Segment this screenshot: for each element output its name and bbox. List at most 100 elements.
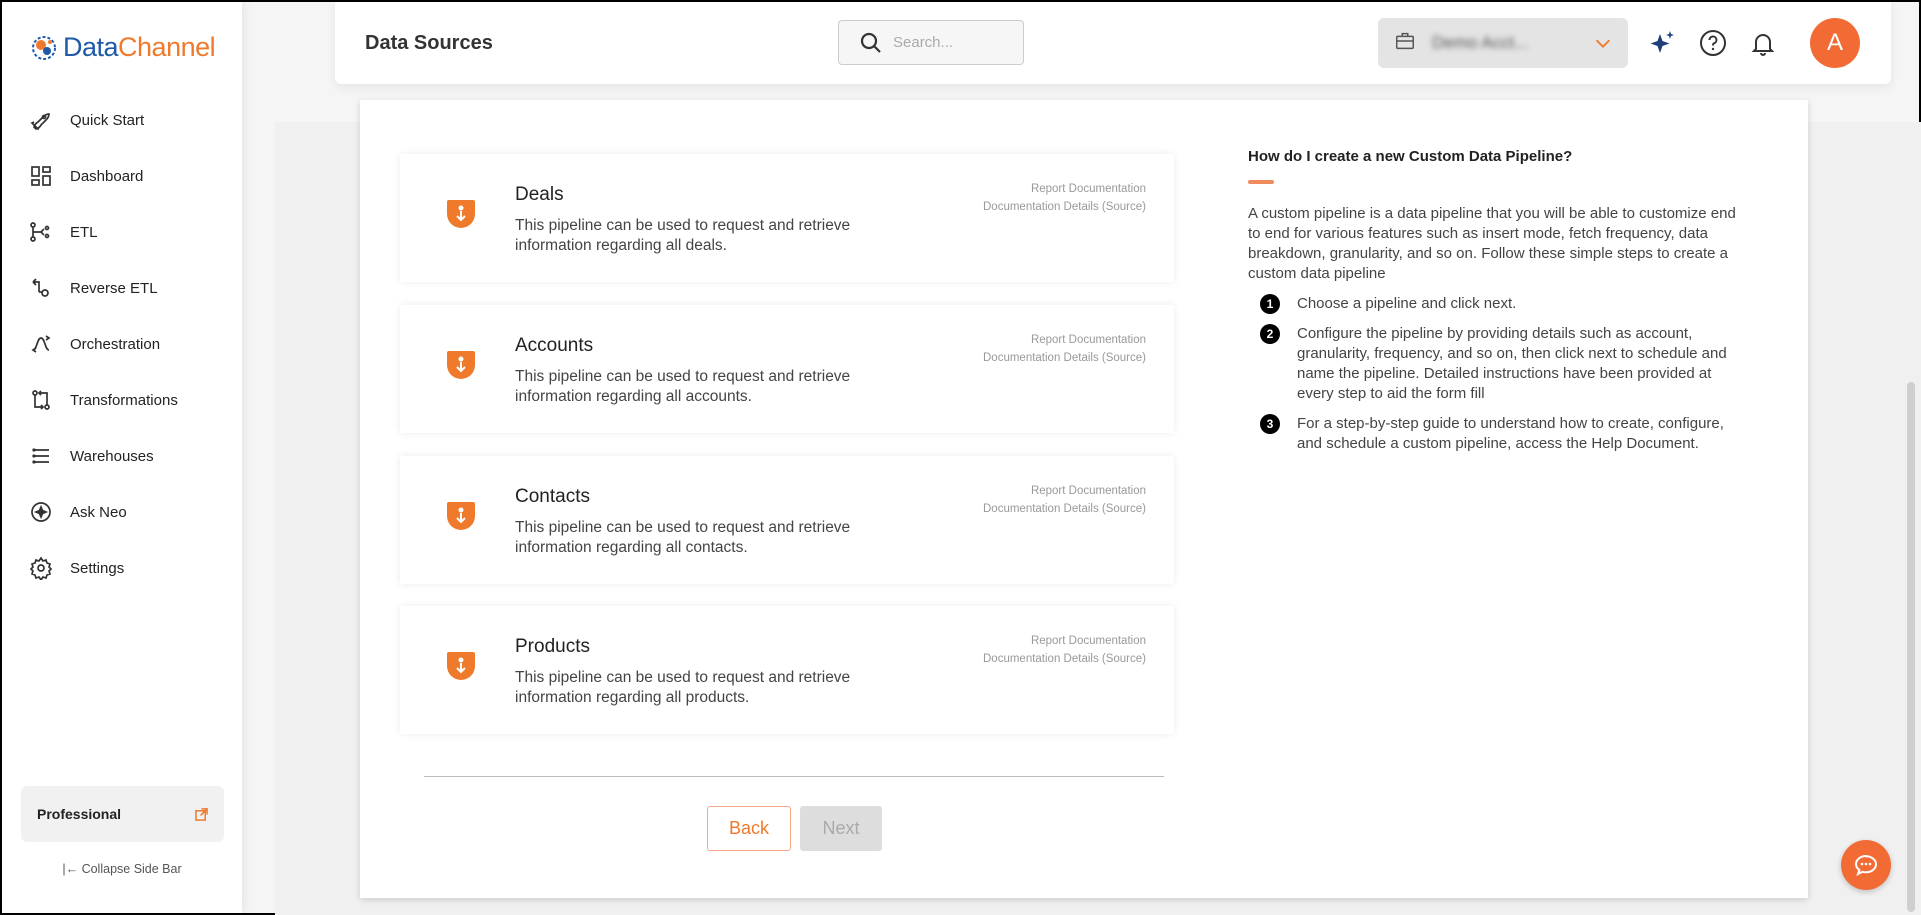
sidebar-item-dashboard[interactable]: Dashboard [2, 148, 242, 204]
step-text: Configure the pipeline by providing deta… [1297, 325, 1727, 402]
sidebar-nav: Quick Start Dashboard ETL Reverse ETL Or… [2, 92, 242, 596]
documentation-details-link[interactable]: Documentation Details (Source) [983, 650, 1146, 668]
pipeline-selection-panel: Deals This pipeline can be used to reque… [360, 100, 1808, 898]
sidebar-item-orchestration[interactable]: Orchestration [2, 316, 242, 372]
pipeline-card-deals[interactable]: Deals This pipeline can be used to reque… [400, 154, 1174, 282]
sidebar-item-settings[interactable]: Settings [2, 540, 242, 596]
pipeline-card-products[interactable]: Products This pipeline can be used to re… [400, 606, 1174, 734]
search-box[interactable] [838, 20, 1024, 65]
pipeline-title: Deals [515, 184, 564, 205]
page-scrollbar[interactable] [1907, 382, 1915, 912]
bell-icon [1751, 34, 1775, 56]
help-steps: 1 Choose a pipeline and click next. 2 Co… [1248, 294, 1748, 454]
sidebar-item-label: Quick Start [70, 111, 145, 129]
warehouses-icon [32, 448, 49, 464]
sidebar-item-warehouses[interactable]: Warehouses [2, 428, 242, 484]
workspace-name: Demo Acct... [1432, 33, 1529, 52]
sidebar-item-label: Orchestration [70, 335, 161, 353]
sidebar-item-quick-start[interactable]: Quick Start [2, 92, 242, 148]
reverse-etl-icon [32, 278, 49, 297]
pipeline-card-accounts[interactable]: Accounts This pipeline can be used to re… [400, 305, 1174, 433]
help-panel: How do I create a new Custom Data Pipeli… [1248, 148, 1748, 464]
transformations-icon [32, 390, 50, 410]
help-step: 2 Configure the pipeline by providing de… [1260, 324, 1748, 404]
plan-label: Professional [37, 806, 122, 822]
chat-icon [1854, 854, 1878, 876]
search-icon [860, 32, 881, 53]
briefcase-icon [1394, 30, 1416, 57]
pipeline-icon [447, 502, 475, 530]
sparkle-icon [1650, 31, 1674, 53]
pipeline-card-contacts[interactable]: Contacts This pipeline can be used to re… [400, 456, 1174, 584]
notifications-button[interactable] [1748, 28, 1778, 63]
sidebar-item-label: Transformations [70, 391, 178, 409]
sidebar-item-label: Settings [70, 559, 125, 577]
help-button[interactable] [1698, 28, 1728, 63]
dashboard-icon [31, 166, 51, 186]
pipeline-icon [447, 652, 475, 680]
gear-icon [29, 556, 53, 580]
help-accent-bar [1248, 180, 1274, 184]
ask-neo-icon [31, 502, 51, 522]
pipeline-title: Contacts [515, 486, 590, 507]
chat-button[interactable] [1841, 840, 1891, 890]
plan-badge[interactable]: Professional [21, 786, 224, 842]
pipeline-icon [447, 200, 475, 228]
pipeline-description: This pipeline can be used to request and… [515, 217, 851, 254]
orchestration-icon [31, 335, 51, 353]
step-text: For a step-by-step guide to understand h… [1297, 415, 1724, 452]
user-avatar[interactable]: A [1810, 18, 1860, 68]
help-step: 3 For a step-by-step guide to understand… [1260, 414, 1748, 454]
sidebar-item-label: Ask Neo [70, 503, 127, 521]
pipeline-title: Products [515, 636, 590, 657]
chevron-down-icon [1592, 32, 1614, 59]
page-title: Data Sources [365, 32, 493, 54]
help-icon [1700, 30, 1726, 56]
step-text: Choose a pipeline and click next. [1297, 295, 1517, 312]
collapse-icon: |← [62, 862, 79, 876]
ai-sparkle-button[interactable] [1648, 28, 1678, 63]
workspace-selector[interactable]: Demo Acct... [1378, 18, 1628, 68]
sidebar-item-label: Dashboard [70, 167, 144, 185]
sidebar-item-ask-neo[interactable]: Ask Neo [2, 484, 242, 540]
sidebar-item-label: Warehouses [70, 447, 154, 465]
search-input[interactable] [893, 34, 1013, 51]
external-link-icon [195, 807, 208, 821]
sidebar-item-label: ETL [70, 223, 98, 241]
help-step: 1 Choose a pipeline and click next. [1260, 294, 1748, 314]
etl-icon [30, 222, 50, 242]
pipeline-description: This pipeline can be used to request and… [515, 519, 851, 556]
sidebar-item-transformations[interactable]: Transformations [2, 372, 242, 428]
report-documentation-link[interactable]: Report Documentation [983, 331, 1146, 349]
back-button[interactable]: Back [707, 806, 791, 851]
help-title: How do I create a new Custom Data Pipeli… [1248, 148, 1573, 165]
datachannel-logo[interactable]: DataChannel [29, 32, 216, 63]
report-documentation-link[interactable]: Report Documentation [983, 180, 1146, 198]
pipeline-icon [447, 351, 475, 379]
pipeline-links: Report Documentation Documentation Detai… [983, 180, 1146, 216]
divider [424, 776, 1164, 777]
sidebar-item-etl[interactable]: ETL [2, 204, 242, 260]
next-button[interactable]: Next [800, 806, 882, 851]
pipeline-title: Accounts [515, 335, 594, 356]
documentation-details-link[interactable]: Documentation Details (Source) [983, 198, 1146, 216]
step-number: 1 [1260, 294, 1280, 314]
datachannel-logo-icon [32, 35, 56, 60]
documentation-details-link[interactable]: Documentation Details (Source) [983, 349, 1146, 367]
pipeline-links: Report Documentation Documentation Detai… [983, 482, 1146, 518]
documentation-details-link[interactable]: Documentation Details (Source) [983, 500, 1146, 518]
step-number: 3 [1260, 414, 1280, 434]
collapse-label: Collapse Side Bar [81, 862, 182, 876]
step-number: 2 [1260, 324, 1280, 344]
pipeline-links: Report Documentation Documentation Detai… [983, 632, 1146, 668]
top-header: Data Sources Demo Acct... A [335, 2, 1891, 84]
report-documentation-link[interactable]: Report Documentation [983, 632, 1146, 650]
report-documentation-link[interactable]: Report Documentation [983, 482, 1146, 500]
pipeline-links: Report Documentation Documentation Detai… [983, 331, 1146, 367]
sidebar: DataChannel Quick Start Dashboard ETL Re… [2, 2, 242, 913]
rocket-icon [30, 113, 50, 131]
brand-name: DataChannel [63, 32, 216, 62]
pipeline-description: This pipeline can be used to request and… [515, 669, 851, 706]
collapse-sidebar-button[interactable]: |← Collapse Side Bar [2, 862, 242, 876]
sidebar-item-reverse-etl[interactable]: Reverse ETL [2, 260, 242, 316]
